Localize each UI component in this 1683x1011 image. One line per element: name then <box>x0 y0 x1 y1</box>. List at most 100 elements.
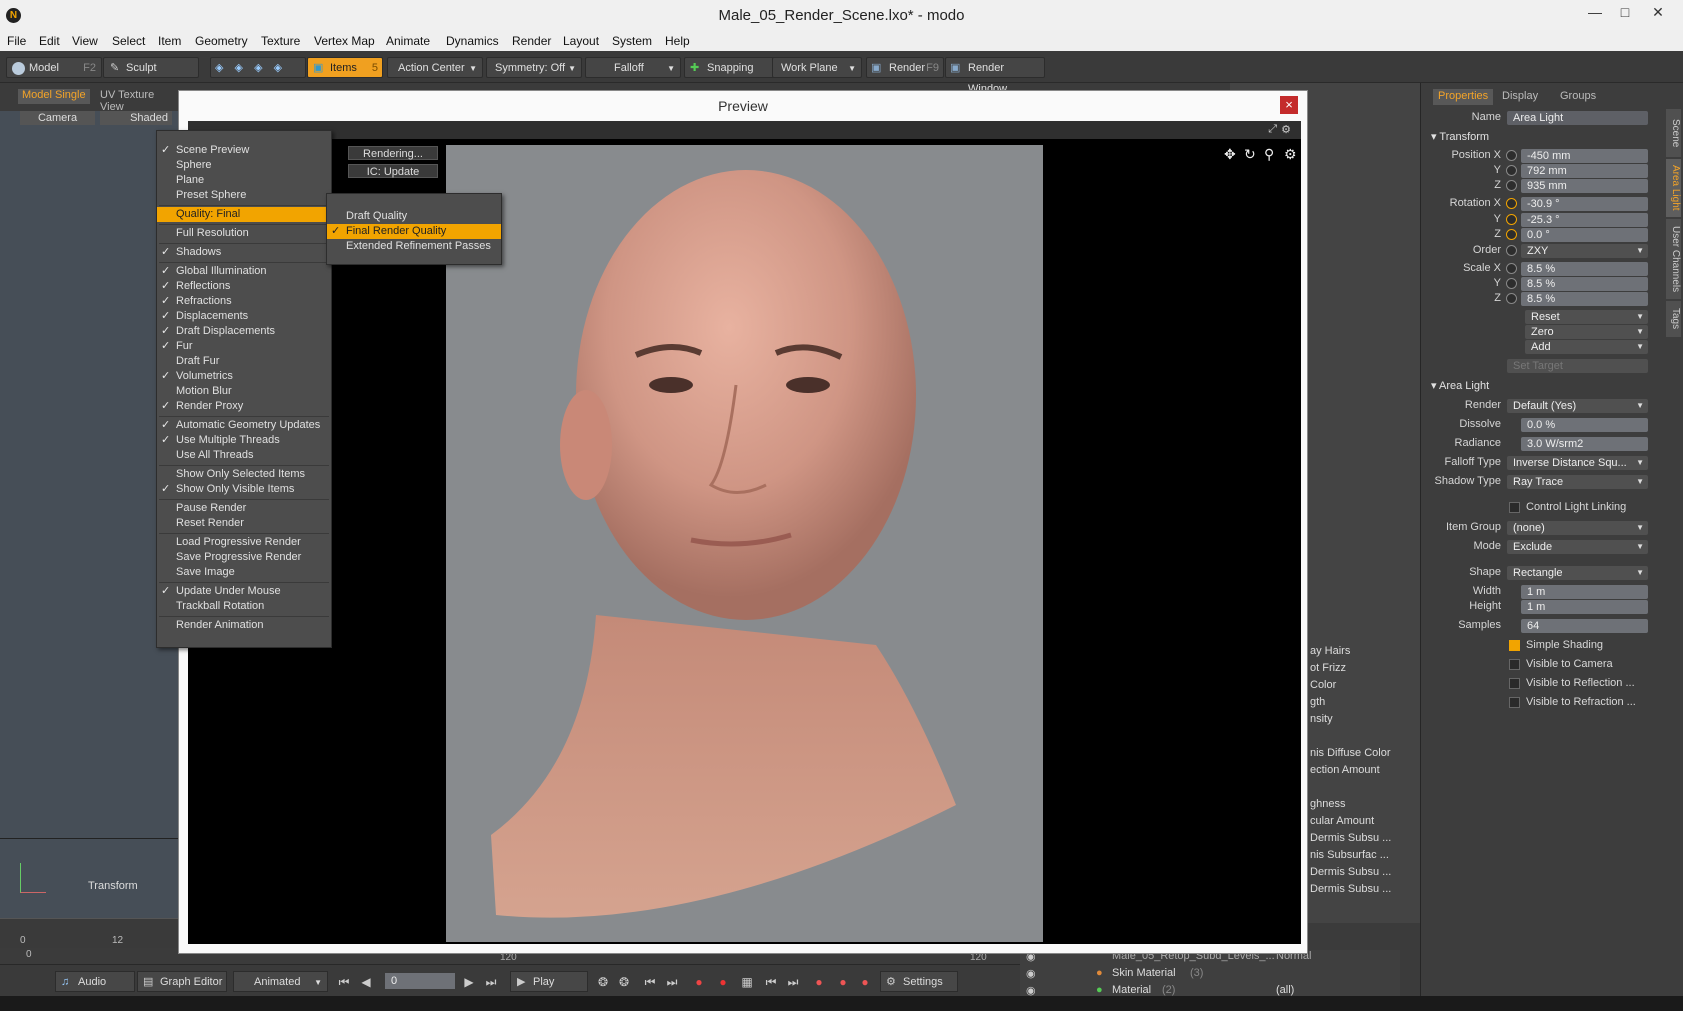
menu-item-reflections[interactable]: ✓ Reflections <box>157 279 331 294</box>
step-back-icon[interactable]: ◀ <box>359 975 373 989</box>
side-tab-tags[interactable]: Tags <box>1666 301 1681 337</box>
selection-mode-buttons[interactable]: ◈ ◈ ◈ ◈ <box>210 57 306 78</box>
menu-geometry[interactable]: Geometry <box>195 34 248 48</box>
shape-dropdown[interactable]: Rectangle ▼ <box>1507 566 1648 580</box>
list-item[interactable]: Dermis Subsu ... <box>1310 881 1420 898</box>
falloff-dropdown[interactable]: Falloff ▼ <box>585 57 681 78</box>
edges-mode-icon[interactable]: ◈ <box>235 62 243 74</box>
side-tab-user-channels[interactable]: User Channels <box>1666 219 1681 299</box>
tab-model-single[interactable]: Model Single <box>18 89 90 104</box>
preview-settings-gear-icon[interactable]: ⚙ <box>1284 146 1297 163</box>
prev-marker-icon[interactable]: ⏮ <box>764 975 778 989</box>
menu-file[interactable]: File <box>7 34 26 48</box>
list-item[interactable]: cular Amount <box>1310 813 1420 830</box>
shading-mode-button[interactable]: Shaded <box>100 111 172 125</box>
menu-item[interactable]: Item <box>158 34 181 48</box>
model-mode-button[interactable]: Model F2 <box>6 57 102 78</box>
samples-field[interactable]: 64 <box>1521 619 1648 633</box>
order-dropdown[interactable]: ZXY ▼ <box>1521 244 1648 258</box>
menu-item-shadows[interactable]: ✓ Shadows <box>157 245 331 260</box>
area-light-section-header[interactable]: ▾ Area Light <box>1431 379 1489 392</box>
snapping-button[interactable]: ✚ Snapping <box>684 57 780 78</box>
menu-item-volumetrics[interactable]: ✓ Volumetrics <box>157 369 331 384</box>
menu-item-render-animation[interactable]: Render Animation <box>157 618 331 633</box>
menu-select[interactable]: Select <box>112 34 145 48</box>
record-key-icon[interactable]: ● <box>692 975 706 989</box>
render-dropdown[interactable]: Default (Yes) ▼ <box>1507 399 1648 413</box>
dissolve-field[interactable]: 0.0 % <box>1521 418 1648 432</box>
menu-layout[interactable]: Layout <box>563 34 599 48</box>
menu-item-save-image[interactable]: Save Image <box>157 565 331 580</box>
tab-properties[interactable]: Properties <box>1433 89 1494 105</box>
menu-item-fur[interactable]: ✓ Fur <box>157 339 331 354</box>
maximize-icon[interactable]: □ <box>1615 4 1635 20</box>
menu-animate[interactable]: Animate <box>386 34 430 48</box>
rotation-z-field[interactable]: 0.0 ° <box>1521 228 1648 242</box>
menu-item-final-render-quality[interactable]: ✓ Final Render Quality <box>327 224 501 239</box>
skip-to-end-icon[interactable]: ⏭ <box>484 975 498 989</box>
item-group-dropdown[interactable]: (none) ▼ <box>1507 521 1648 535</box>
menu-dynamics[interactable]: Dynamics <box>446 34 499 48</box>
step-forward-icon[interactable]: ▶ <box>462 975 476 989</box>
menu-item-show-only-selected-items[interactable]: Show Only Selected Items <box>157 467 331 482</box>
menu-vertex-map[interactable]: Vertex Map <box>314 34 375 48</box>
list-item[interactable]: ay Hairs <box>1310 643 1420 660</box>
vertices-mode-icon[interactable]: ◈ <box>215 62 223 74</box>
animated-dropdown[interactable]: Animated ▼ <box>233 971 328 992</box>
position-y-field[interactable]: 792 mm <box>1521 164 1648 178</box>
table-row[interactable]: ◉ ● Skin Material (3) <box>1020 967 1400 983</box>
settings-button[interactable]: ⚙ Settings <box>880 971 958 992</box>
height-field[interactable]: 1 m <box>1521 600 1648 614</box>
items-mode-button[interactable]: ▣ Items 5 <box>307 57 383 78</box>
keyframe-dot-icon[interactable] <box>1506 214 1517 225</box>
menu-help[interactable]: Help <box>665 34 690 48</box>
reset-dropdown[interactable]: Reset ▼ <box>1525 310 1648 324</box>
keyframe-dot-icon[interactable] <box>1506 278 1517 289</box>
side-tab-scene[interactable]: Scene <box>1666 109 1681 157</box>
graph-editor-button[interactable]: ▤ Graph Editor <box>137 971 227 992</box>
menu-item-render-proxy[interactable]: ✓ Render Proxy <box>157 399 331 414</box>
name-field[interactable]: Area Light <box>1507 111 1648 125</box>
scale-y-field[interactable]: 8.5 % <box>1521 277 1648 291</box>
close-window-icon[interactable]: ✕ <box>1648 4 1668 20</box>
menu-item-scene-preview[interactable]: ✓ Scene Preview <box>157 143 331 158</box>
visible-to-refraction-checkbox[interactable] <box>1509 697 1520 708</box>
action-center-dropdown[interactable]: Action Center ▼ <box>387 57 483 78</box>
timeline-ruler[interactable]: 0 12 <box>0 918 178 948</box>
simple-shading-checkbox[interactable] <box>1509 640 1520 651</box>
keyframe-dot-icon[interactable] <box>1506 180 1517 191</box>
list-item[interactable]: nsity <box>1310 711 1420 728</box>
menu-item-automatic-geometry-updates[interactable]: ✓ Automatic Geometry Updates <box>157 418 331 433</box>
scale-x-field[interactable]: 8.5 % <box>1521 262 1648 276</box>
menu-item-quality-final[interactable]: Quality: Final <box>157 207 331 222</box>
list-item[interactable]: Dermis Subsu ... <box>1310 830 1420 847</box>
next-key-icon[interactable]: ⏭ <box>665 975 679 989</box>
camera-view-button[interactable]: Camera <box>20 111 95 125</box>
menu-item-extended-refinement-passes[interactable]: Extended Refinement Passes <box>327 239 501 254</box>
audio-button[interactable]: ♫ Audio <box>55 971 135 992</box>
list-item[interactable]: nis Subsurfac ... <box>1310 847 1420 864</box>
menu-item-load-progressive-render[interactable]: Load Progressive Render <box>157 535 331 550</box>
keyframe-dot-icon[interactable] <box>1506 150 1517 161</box>
mode-dropdown[interactable]: Exclude ▼ <box>1507 540 1648 554</box>
menu-item-preset-sphere[interactable]: Preset Sphere <box>157 188 331 203</box>
menu-item-global-illumination[interactable]: ✓ Global Illumination <box>157 264 331 279</box>
list-item[interactable]: ot Frizz <box>1310 660 1420 677</box>
pan-icon[interactable]: ✥ <box>1224 146 1236 163</box>
expand-icon[interactable]: ⤢ <box>1268 123 1277 136</box>
radiance-field[interactable]: 3.0 W/srm2 <box>1521 437 1648 451</box>
key-icon[interactable]: ❂ <box>617 975 631 989</box>
menu-edit[interactable]: Edit <box>39 34 60 48</box>
width-field[interactable]: 1 m <box>1521 585 1648 599</box>
list-item[interactable]: nis Diffuse Color <box>1310 745 1420 762</box>
materials-mode-icon[interactable]: ◈ <box>274 62 282 74</box>
menu-item-sphere[interactable]: Sphere <box>157 158 331 173</box>
keyframe-dot-icon[interactable] <box>1506 229 1517 240</box>
remove-key-icon[interactable]: ● <box>812 975 826 989</box>
falloff-type-dropdown[interactable]: Inverse Distance Squ... ▼ <box>1507 456 1648 470</box>
menu-item-save-progressive-render[interactable]: Save Progressive Render <box>157 550 331 565</box>
menu-item-plane[interactable]: Plane <box>157 173 331 188</box>
add-dropdown[interactable]: Add ▼ <box>1525 340 1648 354</box>
menu-texture[interactable]: Texture <box>261 34 300 48</box>
shadow-type-dropdown[interactable]: Ray Trace ▼ <box>1507 475 1648 489</box>
